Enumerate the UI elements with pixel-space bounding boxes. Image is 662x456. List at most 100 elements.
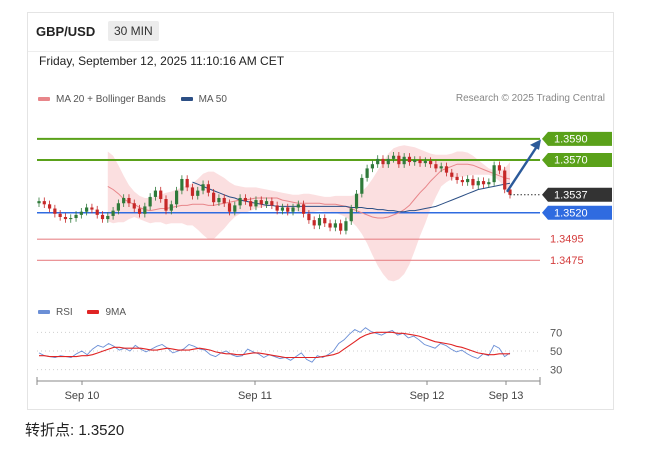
candle — [455, 176, 459, 181]
candle — [407, 156, 412, 163]
chart-plot-area: 1.3590 1.3570 1.3537 1.3520 1.3495 1.3475 70 50… — [36, 131, 612, 402]
candle — [381, 158, 385, 165]
candle — [79, 211, 83, 215]
candle — [217, 197, 221, 203]
level-label-1.3537: 1.3537 — [554, 189, 588, 201]
candle — [74, 214, 78, 219]
candle — [259, 200, 263, 205]
candle — [307, 213, 311, 221]
candle — [106, 215, 110, 220]
candle — [397, 155, 401, 165]
candle — [180, 178, 184, 191]
candle — [434, 164, 438, 169]
candle — [402, 156, 406, 165]
chart-card: GBP/USD 30 MIN Friday, September 12, 202… — [27, 12, 614, 410]
candle — [275, 205, 279, 211]
candle — [47, 204, 52, 209]
candle — [143, 206, 147, 214]
candle — [280, 207, 285, 211]
candle — [312, 220, 316, 226]
candle — [201, 184, 205, 191]
candle — [328, 223, 332, 228]
candle — [317, 218, 322, 226]
candle — [63, 216, 68, 220]
candle — [291, 207, 295, 212]
candle — [122, 197, 126, 204]
candle — [423, 161, 427, 164]
forecast-arrow — [505, 144, 540, 193]
candle — [116, 203, 120, 211]
candle — [429, 161, 433, 165]
candle — [42, 201, 46, 205]
candle — [206, 184, 210, 193]
candle — [360, 177, 364, 194]
candle — [249, 201, 253, 207]
candle — [323, 218, 327, 224]
candle — [444, 166, 449, 173]
candle — [413, 159, 417, 163]
candle — [365, 168, 369, 178]
candle — [243, 197, 247, 202]
candle — [90, 207, 94, 210]
candle — [497, 165, 502, 171]
rsi-tick-50: 50 — [550, 346, 562, 358]
candle — [503, 170, 507, 190]
candle — [339, 223, 343, 231]
rsi-line — [38, 327, 511, 363]
candle — [95, 209, 99, 215]
candle — [233, 205, 237, 212]
candle — [370, 164, 375, 169]
level-label-1.3570: 1.3570 — [554, 154, 588, 166]
candle — [132, 203, 136, 209]
candle — [354, 193, 359, 209]
candle — [460, 180, 464, 183]
candle — [481, 181, 486, 185]
candle — [344, 221, 348, 231]
x-tick-label: Sep 10 — [65, 390, 100, 402]
candle — [450, 172, 454, 177]
rsi-tick-70: 70 — [550, 327, 562, 339]
candle — [58, 213, 62, 217]
candle — [254, 200, 258, 207]
level-label-1.3495: 1.3495 — [550, 234, 584, 246]
candle — [53, 208, 57, 214]
candle — [185, 178, 189, 188]
level-label-1.3520: 1.3520 — [554, 207, 588, 219]
candle — [69, 218, 73, 220]
candle — [174, 190, 179, 205]
candle — [439, 166, 443, 169]
candle — [111, 210, 115, 216]
candle — [190, 187, 195, 196]
candle — [492, 165, 496, 183]
candle — [333, 223, 337, 228]
candle — [296, 204, 300, 208]
candle — [391, 155, 396, 159]
candle — [159, 190, 163, 200]
pivot-point-text: 转折点: 1.3520 — [25, 422, 125, 439]
level-label-1.3475: 1.3475 — [550, 255, 584, 267]
candle — [386, 158, 390, 165]
candle — [264, 201, 269, 205]
x-tick-label: Sep 11 — [238, 390, 272, 402]
candle — [127, 197, 131, 204]
candle — [100, 214, 105, 220]
candle — [302, 204, 306, 214]
candle — [153, 190, 158, 197]
candle — [212, 192, 216, 203]
candle — [471, 178, 475, 186]
candle — [349, 208, 353, 222]
candle — [37, 201, 41, 204]
candle — [222, 197, 226, 204]
candle — [376, 158, 380, 165]
x-tick-label: Sep 13 — [489, 390, 524, 402]
candle — [148, 196, 152, 207]
candle — [85, 207, 89, 212]
candle — [286, 207, 290, 212]
level-label-1.3590: 1.3590 — [554, 133, 588, 145]
candle — [466, 178, 470, 183]
x-tick-label: Sep 12 — [410, 390, 445, 402]
candle — [418, 159, 422, 164]
candle — [196, 190, 200, 196]
candle — [227, 203, 232, 212]
candle — [270, 201, 274, 206]
